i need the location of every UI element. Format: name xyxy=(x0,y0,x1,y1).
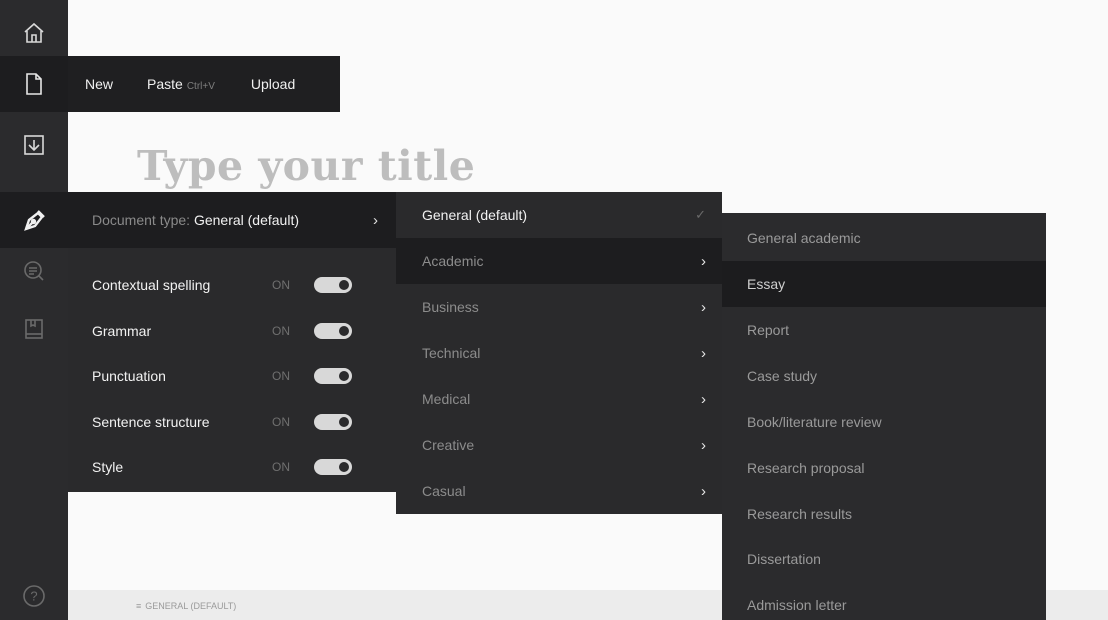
option-grammar: Grammar ON xyxy=(92,316,382,346)
chevron-right-icon: › xyxy=(701,344,706,362)
toggle-switch[interactable] xyxy=(314,368,352,384)
chevron-right-icon: › xyxy=(373,211,378,229)
home-icon xyxy=(24,22,44,43)
document-button[interactable] xyxy=(0,56,68,112)
chevron-right-icon: › xyxy=(701,252,706,270)
option-state: ON xyxy=(272,324,290,338)
option-label: Sentence structure xyxy=(92,414,210,430)
option-contextual-spelling: Contextual spelling ON xyxy=(92,270,382,300)
option-sentence-structure: Sentence structure ON xyxy=(92,407,382,437)
status-document-type[interactable]: ≡ GENERAL (DEFAULT) xyxy=(136,601,236,611)
toggle-knob xyxy=(337,460,351,474)
menu-item-medical[interactable]: Medical › xyxy=(396,376,722,422)
submenu-item-essay[interactable]: Essay xyxy=(722,261,1046,307)
menu-item-general[interactable]: General (default) ✓ xyxy=(396,192,722,238)
submenu-item-dissertation[interactable]: Dissertation xyxy=(722,536,1046,582)
check-icon: ✓ xyxy=(695,207,706,222)
chevron-right-icon: › xyxy=(701,436,706,454)
help-icon: ? xyxy=(23,585,45,607)
settings-panel: Document type: General (default) › Conte… xyxy=(68,192,396,492)
toggle-knob xyxy=(337,369,351,383)
menu-item-technical[interactable]: Technical › xyxy=(396,330,722,376)
menu-item-label: Creative xyxy=(422,437,475,453)
menu-item-label: Academic xyxy=(422,253,484,269)
submenu-item-report[interactable]: Report xyxy=(722,307,1046,353)
document-type-label: Document type: xyxy=(92,212,191,228)
menu-item-label: Technical xyxy=(422,345,481,361)
submenu-item-case-study[interactable]: Case study xyxy=(722,353,1046,399)
menu-item-label: Business xyxy=(422,299,479,315)
menu-item-creative[interactable]: Creative › xyxy=(396,422,722,468)
paste-label: Paste xyxy=(147,76,183,92)
toggle-knob xyxy=(337,278,351,292)
menu-item-label: Medical xyxy=(422,391,471,407)
menu-item-label: Casual xyxy=(422,483,466,499)
download-button[interactable] xyxy=(0,114,68,176)
review-button[interactable] xyxy=(0,240,68,302)
sidebar: ? xyxy=(0,0,68,620)
menu-item-casual[interactable]: Casual › xyxy=(396,468,722,514)
option-label: Punctuation xyxy=(92,368,166,384)
toggle-knob xyxy=(337,324,351,338)
submenu-item-research-proposal[interactable]: Research proposal xyxy=(722,445,1046,491)
help-button[interactable]: ? xyxy=(0,568,68,620)
status-label: GENERAL (DEFAULT) xyxy=(145,601,237,611)
document-icon xyxy=(26,73,42,95)
download-icon xyxy=(24,135,44,155)
option-style: Style ON xyxy=(92,452,382,482)
file-menu: New Paste Ctrl+V Upload xyxy=(68,56,340,112)
list-icon: ≡ xyxy=(136,601,142,611)
option-state: ON xyxy=(272,415,290,429)
menu-item-academic[interactable]: Academic › xyxy=(396,238,722,284)
option-state: ON xyxy=(272,278,290,292)
option-state: ON xyxy=(272,460,290,474)
pen-icon xyxy=(24,210,45,231)
paste-button[interactable]: Paste Ctrl+V xyxy=(147,76,215,92)
option-punctuation: Punctuation ON xyxy=(92,361,382,391)
submenu-item-literature-review[interactable]: Book/literature review xyxy=(722,399,1046,445)
toggle-switch[interactable] xyxy=(314,459,352,475)
upload-button[interactable]: Upload xyxy=(251,76,295,92)
toggle-knob xyxy=(337,415,351,429)
option-state: ON xyxy=(272,369,290,383)
paste-shortcut: Ctrl+V xyxy=(186,81,215,92)
document-type-menu: General (default) ✓ Academic › Business … xyxy=(396,192,722,514)
submenu-item-general-academic[interactable]: General academic xyxy=(722,215,1046,261)
book-icon xyxy=(25,319,43,339)
document-type-selector[interactable]: Document type: General (default) › xyxy=(68,192,396,248)
svg-text:?: ? xyxy=(30,589,37,604)
submenu-item-admission-letter[interactable]: Admission letter xyxy=(722,582,1046,620)
title-input[interactable]: Type your title xyxy=(137,142,475,190)
academic-submenu: General academic Essay Report Case study… xyxy=(722,213,1046,620)
toggle-switch[interactable] xyxy=(314,277,352,293)
submenu-item-research-results[interactable]: Research results xyxy=(722,491,1046,537)
option-label: Contextual spelling xyxy=(92,277,211,293)
option-label: Grammar xyxy=(92,323,152,339)
home-button[interactable] xyxy=(0,2,68,64)
dictionary-button[interactable] xyxy=(0,298,68,360)
menu-item-business[interactable]: Business › xyxy=(396,284,722,330)
chevron-right-icon: › xyxy=(701,298,706,316)
toggle-switch[interactable] xyxy=(314,323,352,339)
chevron-right-icon: › xyxy=(701,482,706,500)
search-list-icon xyxy=(24,261,44,281)
menu-item-label: General (default) xyxy=(422,207,528,223)
new-button[interactable]: New xyxy=(85,76,113,92)
option-label: Style xyxy=(92,459,124,475)
chevron-right-icon: › xyxy=(701,390,706,408)
document-type-value: General (default) xyxy=(193,212,300,228)
toggle-switch[interactable] xyxy=(314,414,352,430)
